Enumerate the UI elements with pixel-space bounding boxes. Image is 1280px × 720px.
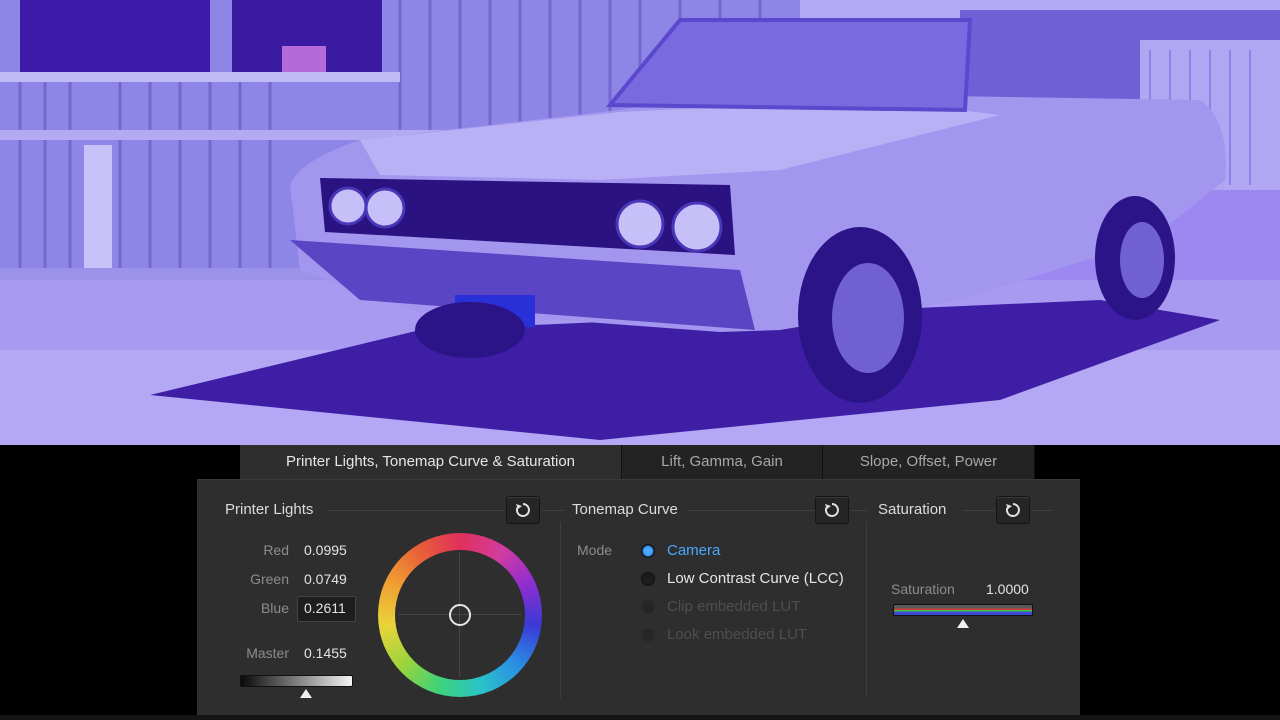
tonemap-title: Tonemap Curve: [572, 501, 678, 518]
tab-bar: Printer Lights, Tonemap Curve & Saturati…: [240, 445, 1035, 479]
tab-lift-gamma-gain[interactable]: Lift, Gamma, Gain: [622, 445, 823, 479]
printer-lights-reset-button[interactable]: [506, 496, 540, 524]
color-panel: Printer Lights Red 0.0995 Green 0.0749 B…: [197, 479, 1080, 715]
blue-value-field[interactable]: 0.2611: [297, 596, 356, 622]
mode-label: Mode: [577, 542, 613, 558]
master-value[interactable]: 0.1455: [304, 645, 347, 661]
tab-printer-lights[interactable]: Printer Lights, Tonemap Curve & Saturati…: [240, 445, 622, 479]
master-slider-handle[interactable]: [299, 689, 312, 698]
saturation-value[interactable]: 1.0000: [986, 581, 1029, 597]
tonemap-rule: [687, 510, 815, 511]
preview-image: [0, 0, 1280, 445]
green-label: Green: [250, 571, 289, 587]
saturation-rule: [963, 510, 995, 511]
red-value[interactable]: 0.0995: [304, 542, 347, 558]
radio-look-lut: [641, 628, 655, 642]
saturation-slider-handle[interactable]: [957, 619, 969, 628]
radio-camera-label[interactable]: Camera: [667, 542, 720, 559]
section-divider-1: [560, 522, 561, 698]
section-divider-2: [866, 522, 867, 698]
reset-icon: [1005, 503, 1020, 517]
master-slider[interactable]: [240, 675, 353, 687]
radio-look-lut-label: Look embedded LUT: [667, 626, 808, 643]
radio-clip-lut: [641, 600, 655, 614]
red-label: Red: [263, 542, 289, 558]
master-label: Master: [246, 645, 289, 661]
radio-lcc-label[interactable]: Low Contrast Curve (LCC): [667, 570, 844, 587]
saturation-rule-end: [1032, 510, 1052, 511]
printer-lights-rule: [327, 510, 505, 511]
saturation-label: Saturation: [891, 581, 955, 597]
tonemap-rule-end: [851, 510, 867, 511]
reset-icon: [515, 503, 530, 517]
saturation-slider[interactable]: [893, 604, 1033, 616]
wheel-handle[interactable]: [449, 604, 471, 626]
app-root: Printer Lights, Tonemap Curve & Saturati…: [0, 0, 1280, 720]
blue-label: Blue: [260, 600, 289, 616]
saturation-title: Saturation: [878, 501, 947, 518]
status-strip: [0, 715, 1280, 720]
reset-icon: [824, 503, 839, 517]
tab-slope-offset-power[interactable]: Slope, Offset, Power: [823, 445, 1035, 479]
green-value[interactable]: 0.0749: [304, 571, 347, 587]
color-wheel[interactable]: [378, 533, 542, 697]
tonemap-reset-button[interactable]: [815, 496, 849, 524]
saturation-reset-button[interactable]: [996, 496, 1030, 524]
radio-lcc[interactable]: [641, 572, 655, 586]
image-viewer[interactable]: [0, 0, 1280, 445]
printer-lights-title: Printer Lights: [225, 501, 314, 518]
radio-camera[interactable]: [641, 544, 655, 558]
radio-clip-lut-label: Clip embedded LUT: [667, 598, 801, 615]
printer-lights-rule-end: [542, 510, 564, 511]
